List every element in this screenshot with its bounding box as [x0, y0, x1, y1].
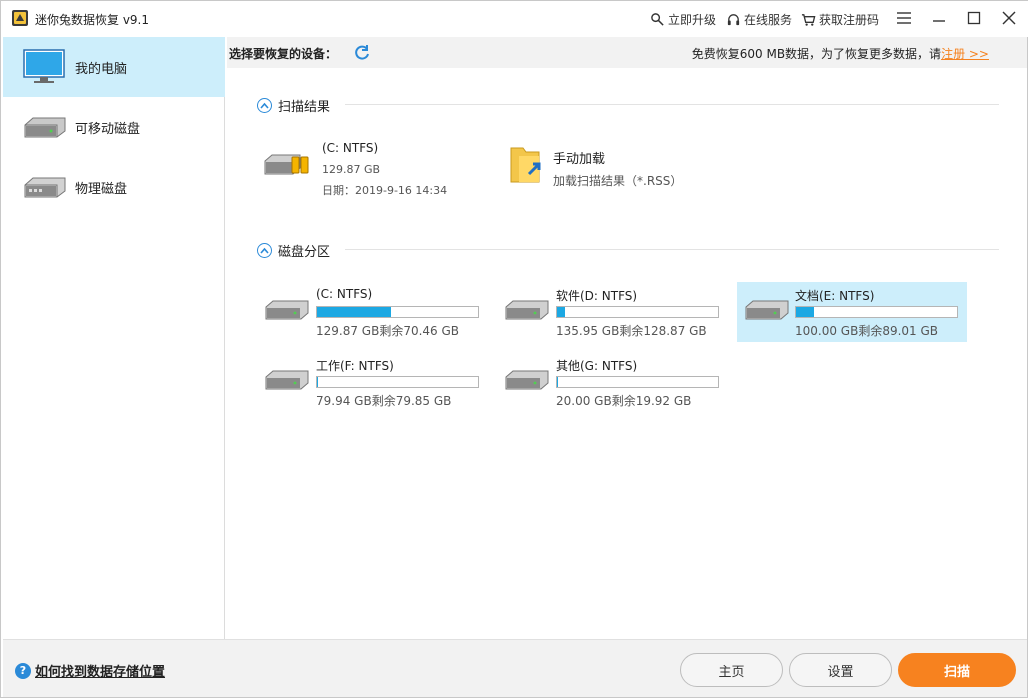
sidebar-item-label: 我的电脑 [75, 61, 128, 77]
drive-d[interactable]: 软件(D: NTFS) 135.95 GB剩余128.87 GB [477, 282, 719, 342]
get-code-link[interactable]: 获取注册码 [801, 11, 879, 28]
minimize-icon [933, 20, 945, 22]
divider [345, 249, 999, 250]
drive-c[interactable]: (C: NTFS) 129.87 GB剩余70.46 GB [237, 282, 479, 342]
drive-name: 其他(G: NTFS) [556, 359, 638, 373]
drive-name: (C: NTFS) [316, 287, 373, 301]
sidebar-item-removable-disk[interactable]: 可移动磁盘 [3, 97, 225, 157]
drive-usage-bar [316, 306, 479, 318]
hard-drive-icon [505, 370, 549, 390]
register-link[interactable]: 注册 >> [941, 47, 989, 61]
refresh-icon[interactable] [353, 44, 371, 62]
maximize-button[interactable] [963, 7, 985, 29]
sidebar: 我的电脑 可移动磁盘 物理磁盘 [3, 37, 225, 639]
hard-drive-icon [745, 300, 789, 320]
close-button[interactable] [998, 7, 1020, 29]
drive-usage-bar [556, 376, 719, 388]
monitor-icon [23, 49, 65, 83]
upgrade-link[interactable]: 立即升级 [650, 11, 716, 28]
hard-drive-icon [265, 370, 309, 390]
menu-button[interactable] [893, 7, 915, 29]
drive-size: 20.00 GB剩余19.92 GB [556, 394, 692, 408]
device-header: 选择要恢复的设备： 免费恢复600 MB数据，为了恢复更多数据，请注册 >> [227, 37, 1027, 68]
scan-result-item[interactable]: (C: NTFS) 129.87 GB 日期：2019-9-16 14:34 [264, 141, 464, 201]
drive-f[interactable]: 工作(F: NTFS) 79.94 GB剩余79.85 GB [237, 352, 479, 412]
home-button[interactable]: 主页 [680, 653, 783, 687]
settings-button[interactable]: 设置 [789, 653, 892, 687]
app-window: 迷你兔数据恢复 v9.1 立即升级 在线服务 获取注册码 我的电脑 可移动磁盘 … [0, 0, 1028, 698]
sidebar-item-label: 可移动磁盘 [75, 121, 141, 137]
physical-disk-icon [24, 177, 66, 198]
sidebar-item-my-computer[interactable]: 我的电脑 [3, 37, 225, 97]
scan-result-date: 日期：2019-9-16 14:34 [322, 184, 448, 197]
free-quota-notice: 免费恢复600 MB数据，为了恢复更多数据，请注册 >> [692, 45, 989, 62]
drive-name: 文档(E: NTFS) [795, 289, 875, 303]
divider [345, 104, 999, 105]
folder-load-icon [510, 147, 541, 183]
section-title: 扫描结果 [278, 100, 331, 115]
drive-usage-fill [317, 307, 391, 317]
drive-usage-fill [557, 377, 558, 387]
select-device-label: 选择要恢复的设备： [229, 47, 338, 61]
chevron-up-icon [260, 102, 269, 109]
drive-name: 软件(D: NTFS) [556, 289, 638, 303]
drive-g[interactable]: 其他(G: NTFS) 20.00 GB剩余19.92 GB [477, 352, 719, 412]
sidebar-item-label: 物理磁盘 [75, 181, 128, 197]
free-quota-text: 免费恢复600 MB数据，为了恢复更多数据，请 [691, 47, 942, 61]
scan-result-size: 129.87 GB [322, 163, 381, 176]
sidebar-item-physical-disk[interactable]: 物理磁盘 [3, 157, 225, 217]
scanned-disk-icon [264, 154, 309, 175]
hamburger-icon [897, 12, 911, 24]
hard-drive-icon [265, 300, 309, 320]
manual-load-item[interactable]: 手动加载 加载扫描结果（*.RSS） [509, 144, 729, 194]
hard-drive-icon [505, 300, 549, 320]
manual-load-title: 手动加载 [553, 152, 606, 167]
footer-bar: ? 如何找到数据存储位置 主页 设置 扫描 [3, 639, 1027, 697]
close-icon [1002, 11, 1016, 25]
drive-e[interactable]: 文档(E: NTFS) 100.00 GB剩余89.01 GB [737, 282, 967, 342]
collapse-button[interactable] [257, 243, 272, 258]
help-link[interactable]: ? 如何找到数据存储位置 [15, 661, 165, 680]
app-logo-icon [12, 10, 28, 26]
manual-load-subtitle: 加载扫描结果（*.RSS） [553, 174, 683, 188]
chevron-up-icon [260, 247, 269, 254]
collapse-button[interactable] [257, 98, 272, 113]
online-service-link[interactable]: 在线服务 [726, 11, 792, 28]
drive-size: 100.00 GB剩余89.01 GB [795, 324, 939, 338]
drive-size: 79.94 GB剩余79.85 GB [316, 394, 452, 408]
upgrade-label: 立即升级 [668, 13, 717, 27]
drive-usage-fill [557, 307, 566, 317]
drive-usage-fill [796, 307, 814, 317]
minimize-button[interactable] [928, 7, 950, 29]
section-title: 磁盘分区 [278, 245, 331, 260]
drive-usage-bar [556, 306, 719, 318]
scan-result-name: (C: NTFS) [322, 141, 379, 155]
headset-icon [727, 14, 740, 26]
scan-button[interactable]: 扫描 [898, 653, 1016, 687]
app-title: 迷你兔数据恢复 v9.1 [35, 13, 150, 27]
question-icon: ? [15, 662, 31, 679]
drive-size: 135.95 GB剩余128.87 GB [556, 324, 707, 338]
search-key-icon [651, 13, 664, 26]
get-code-label: 获取注册码 [819, 13, 880, 27]
drive-name: 工作(F: NTFS) [316, 359, 394, 373]
maximize-icon [967, 11, 981, 25]
title-bar: 迷你兔数据恢复 v9.1 立即升级 在线服务 获取注册码 [1, 1, 1028, 37]
cart-icon [801, 14, 816, 26]
scan-results-header: 扫描结果 [257, 96, 330, 115]
main-panel: 扫描结果 (C: NTFS) 129.87 GB 日期：2019-9-16 14… [227, 68, 1027, 639]
drive-usage-bar [795, 306, 958, 318]
partitions-header: 磁盘分区 [257, 241, 330, 260]
help-link-label: 如何找到数据存储位置 [35, 665, 166, 680]
online-service-label: 在线服务 [744, 13, 793, 27]
removable-disk-icon [24, 117, 66, 138]
drive-usage-bar [316, 376, 479, 388]
drive-size: 129.87 GB剩余70.46 GB [316, 324, 460, 338]
